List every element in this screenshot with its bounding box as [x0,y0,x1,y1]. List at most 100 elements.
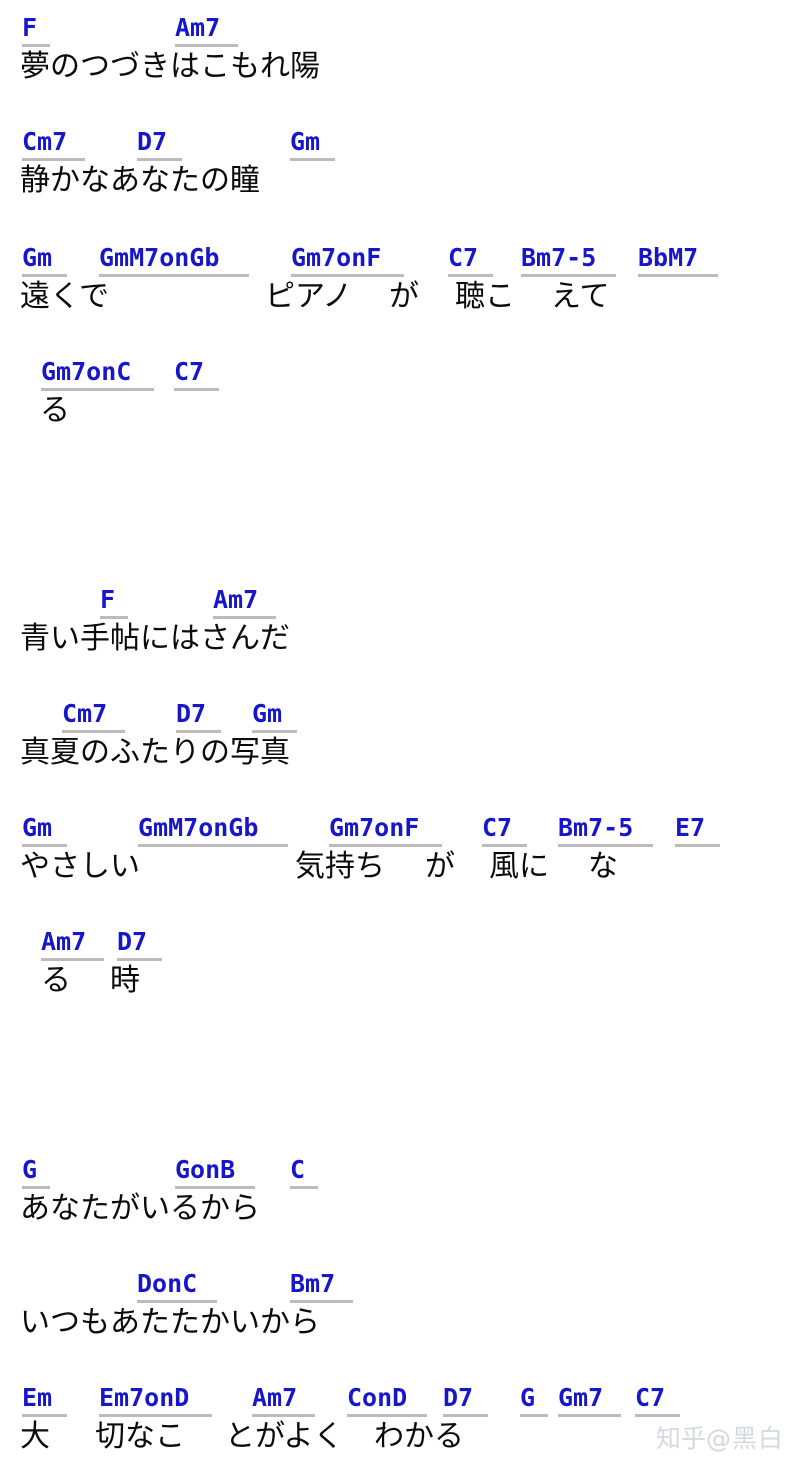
lyric-text: いつもあたたかいから [20,1305,320,1340]
chord-text: C [290,1155,306,1184]
chord-label: BbM7 [638,244,718,277]
chord-underline [482,844,527,847]
chord-text: D7 [443,1383,474,1412]
chord-label: D7 [176,700,221,733]
chord-underline [443,1414,488,1417]
chord-underline [22,44,50,47]
chord-label: G [22,1156,50,1189]
chord-underline [329,844,442,847]
lyric-text: ピアノ [265,279,353,314]
chord-underline [558,844,653,847]
chord-text: GmM7onGb [99,243,220,272]
chord-underline [176,730,221,733]
lyric-text: 夢のつづきはこもれ陽 [20,49,320,84]
chord-underline [347,1414,427,1417]
chord-label: G [520,1384,548,1417]
chord-underline [252,1414,315,1417]
chord-label: Gm [22,814,67,847]
chord-underline [138,844,288,847]
chord-text: Gm7 [558,1383,604,1412]
chord-underline [137,1300,217,1303]
chord-text: D7 [117,927,148,956]
chord-label: D7 [117,928,162,961]
lyric-text: が [389,279,419,314]
chord-text: C7 [482,813,513,842]
chord-text: Gm [290,127,321,156]
chord-underline [448,274,493,277]
chord-underline [22,844,67,847]
chord-underline [22,274,67,277]
chord-text: DonC [137,1269,198,1298]
chord-label: Gm7 [558,1384,621,1417]
chord-text: Am7 [41,927,87,956]
chord-underline [174,388,219,391]
chord-label: Gm7onC [41,358,154,391]
chord-text: G [520,1383,536,1412]
chord-underline [41,958,104,961]
chord-text: Gm7onC [41,357,132,386]
chord-text: GonB [175,1155,236,1184]
chord-underline [62,730,125,733]
chord-text: G [22,1155,38,1184]
chord-label: C [290,1156,318,1189]
chord-underline [99,1414,212,1417]
lyric-text: る [41,963,71,998]
lyric-text: 大 [20,1419,50,1454]
chord-underline [22,1186,50,1189]
chord-label: D7 [137,128,182,161]
chord-underline [252,730,297,733]
chord-label: Gm7onF [329,814,442,847]
chord-underline [290,1186,318,1189]
chord-text: Gm7onF [291,243,382,272]
chord-text: Gm [22,813,53,842]
chord-underline [675,844,720,847]
chord-label: Gm [22,244,67,277]
watermark-handle: @黑白 [705,1424,784,1453]
chord-text: BbM7 [638,243,699,272]
chord-text: Bm7-5 [521,243,597,272]
chord-underline [520,1414,548,1417]
chord-label: Em [22,1384,67,1417]
chord-text: Gm [252,699,283,728]
chord-underline [635,1414,680,1417]
lyric-text: 遠くで [20,279,110,314]
chord-underline [117,958,162,961]
chord-label: DonC [137,1270,217,1303]
lyric-text: あなたがいるから [20,1191,260,1226]
chord-text: GmM7onGb [138,813,259,842]
chord-text: E7 [675,813,706,842]
chord-label: ConD [347,1384,427,1417]
chord-label: Gm [252,700,297,733]
chord-label: F [100,586,128,619]
chord-text: Em7onD [99,1383,190,1412]
lyric-text: が [425,849,455,884]
lyric-text: とがよく [225,1419,344,1454]
chord-underline [638,274,718,277]
chord-underline [137,158,182,161]
lyric-text: えて [551,279,610,314]
chord-text: Am7 [252,1383,298,1412]
chord-text: C7 [635,1383,666,1412]
chord-text: Gm7onF [329,813,420,842]
chord-text: F [100,585,116,614]
chord-text: Gm [22,243,53,272]
lyric-text: 切なこ [95,1419,185,1454]
chord-label: Am7 [252,1384,315,1417]
chord-text: Am7 [175,13,221,42]
chord-label: D7 [443,1384,488,1417]
chord-label: Cm7 [62,700,125,733]
chord-text: D7 [176,699,207,728]
chord-label: C7 [448,244,493,277]
lyric-text: 風に [489,849,549,884]
chord-text: D7 [137,127,168,156]
chord-underline [558,1414,621,1417]
chord-sheet: F Am7 夢のつづきはこもれ陽 Cm7 D7 Gm 静かなあなたの瞳 Gm GmM7onGb G… [0,0,798,1473]
chord-underline [100,616,128,619]
chord-underline [175,44,238,47]
lyric-text: わかる [374,1419,464,1454]
chord-label: Bm7 [290,1270,353,1303]
chord-label: GonB [175,1156,255,1189]
lyric-text: 気持ち [295,849,385,884]
lyric-text: 時 [110,963,140,998]
chord-label: Am7 [213,586,276,619]
